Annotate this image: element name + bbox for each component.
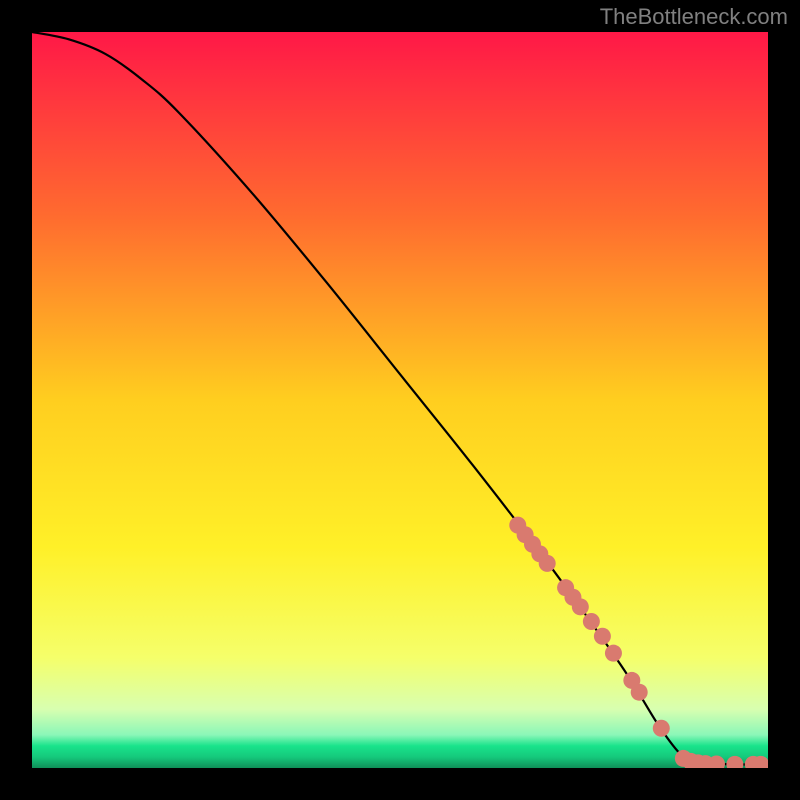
data-point [631, 684, 648, 701]
data-point [653, 720, 670, 737]
data-point [539, 555, 556, 572]
data-point [594, 628, 611, 645]
data-point [572, 598, 589, 615]
plot-area [32, 32, 768, 768]
gradient-background [32, 32, 768, 768]
watermark-text: TheBottleneck.com [600, 4, 788, 30]
data-point [605, 645, 622, 662]
data-point [583, 613, 600, 630]
chart-svg [32, 32, 768, 768]
chart-frame: TheBottleneck.com [0, 0, 800, 800]
